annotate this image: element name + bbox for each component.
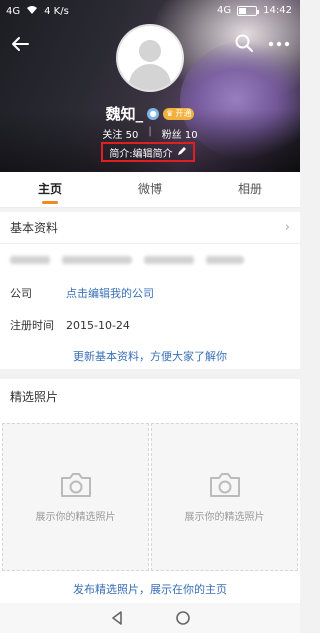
publish-photos-link[interactable]: 发布精选照片，展示在你的主页 xyxy=(0,581,300,597)
bio-text: 简介:编辑简介 xyxy=(109,148,173,160)
home-circle-icon[interactable] xyxy=(175,610,191,626)
tab-album[interactable]: 相册 xyxy=(200,172,300,207)
registration-date: 2015-10-24 xyxy=(66,318,130,332)
camera-icon xyxy=(209,472,240,497)
username: 魏知_ xyxy=(105,105,144,123)
follow-stats: 关注 50 | 粉丝 10 xyxy=(0,126,300,141)
registration-label: 注册时间 xyxy=(10,319,54,332)
featured-photos-title: 精选照片 xyxy=(10,390,59,404)
company-row[interactable]: 公司 点击编辑我的公司 xyxy=(10,285,290,301)
featured-photos-card: 精选照片 展示你的精选照片 展示你的精选照片 发布精选照片，展示在你的主页 xyxy=(0,379,300,603)
wifi-icon xyxy=(26,5,38,18)
clock: 14:42 xyxy=(263,5,292,16)
tab-weibo[interactable]: 微博 xyxy=(100,172,200,207)
profile-header: 4G 4 K/s 4G 14:42 魏知_ ● ♛ 开通 关注 50 | 粉丝 … xyxy=(0,0,300,172)
username-row: 魏知_ ● ♛ 开通 xyxy=(0,103,300,124)
company-label: 公司 xyxy=(10,287,32,300)
registration-row: 注册时间 2015-10-24 xyxy=(10,317,290,333)
photo-slot-caption: 展示你的精选照片 xyxy=(35,511,116,523)
back-arrow-icon[interactable] xyxy=(8,32,32,56)
more-options-icon[interactable] xyxy=(266,33,292,53)
basic-info-header[interactable]: 基本资料 › xyxy=(0,212,300,244)
battery-icon xyxy=(237,5,260,16)
bio-edit-button[interactable]: 简介:编辑简介 xyxy=(101,142,195,162)
following-count: 50 xyxy=(125,130,139,141)
system-nav-bar xyxy=(0,603,300,633)
company-edit-link[interactable]: 点击编辑我的公司 xyxy=(66,285,154,301)
following-stat[interactable]: 关注 50 xyxy=(102,126,138,141)
avatar[interactable] xyxy=(118,26,182,90)
back-triangle-icon[interactable] xyxy=(109,610,125,626)
search-icon[interactable] xyxy=(234,33,254,53)
camera-icon xyxy=(60,472,91,497)
fans-stat[interactable]: 粉丝 10 xyxy=(162,126,198,141)
chevron-right-icon: › xyxy=(284,220,290,235)
blurred-info-row xyxy=(10,254,290,266)
following-label: 关注 xyxy=(102,130,123,141)
tab-home[interactable]: 主页 xyxy=(0,172,100,207)
photo-slot-2[interactable]: 展示你的精选照片 xyxy=(151,423,298,571)
stats-divider: | xyxy=(148,126,152,137)
network-badge: 4G xyxy=(217,5,232,16)
verified-badge-icon[interactable]: ● xyxy=(147,107,160,120)
fans-label: 粉丝 xyxy=(161,130,182,141)
crown-icon: ♛ xyxy=(166,108,174,118)
basic-info-title: 基本资料 xyxy=(10,221,59,235)
vip-badge[interactable]: ♛ 开通 xyxy=(163,107,195,120)
signal-icon: 4G xyxy=(6,6,21,17)
update-info-link[interactable]: 更新基本资料，方便大家了解你 xyxy=(0,348,300,364)
profile-tabs: 主页 微博 相册 xyxy=(0,172,300,208)
photo-slot-1[interactable]: 展示你的精选照片 xyxy=(2,423,149,571)
pencil-icon xyxy=(177,146,187,159)
vip-badge-label: 开通 xyxy=(175,108,192,118)
network-speed: 4 K/s xyxy=(44,6,69,17)
status-bar: 4G 4 K/s 4G 14:42 xyxy=(0,0,300,22)
fans-count: 10 xyxy=(184,130,198,141)
photo-slot-caption: 展示你的精选照片 xyxy=(184,511,265,523)
